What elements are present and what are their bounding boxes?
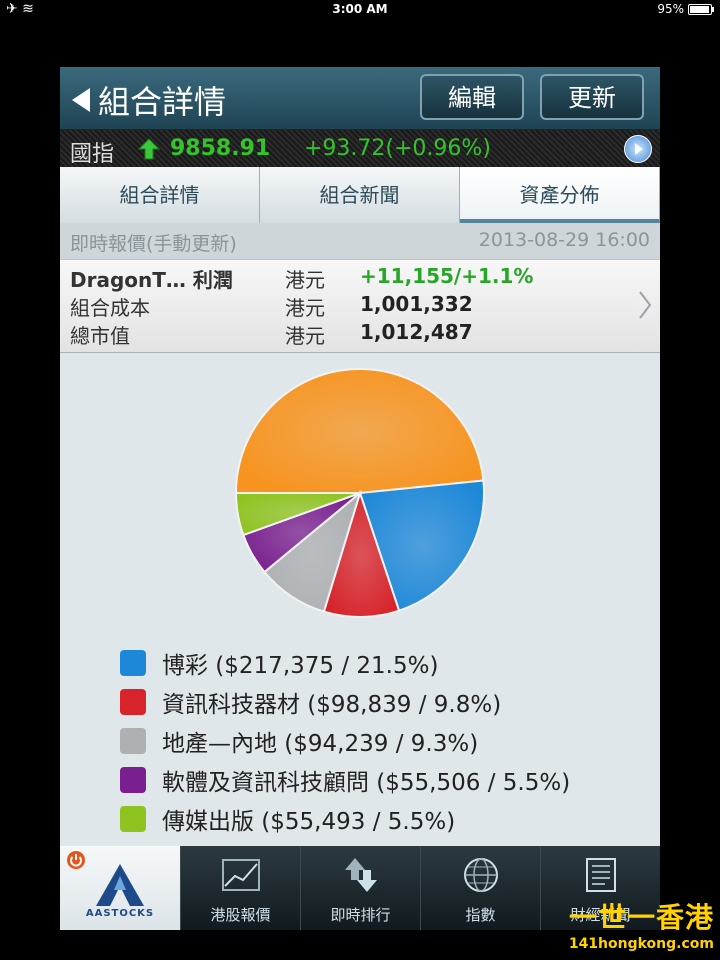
summary-value: 1,001,332 xyxy=(360,292,473,316)
app-window: 組合詳情 編輯 更新 國指 9858.91 +93.72(+0.96%) 組合詳… xyxy=(60,67,660,930)
quote-bar: 即時報價(手動更新) 2013-08-29 16:00 xyxy=(60,223,660,260)
summary-value: 1,012,487 xyxy=(360,320,473,344)
battery-percent: 95% xyxy=(657,2,684,16)
legend-swatch xyxy=(120,766,146,793)
globe-icon xyxy=(464,858,498,892)
page-title: 組合詳情 xyxy=(98,83,227,121)
tab-label: 即時排行 xyxy=(330,906,391,924)
chart-legend: 博彩 ($217,375 / 21.5%) 資訊科技器材 ($98,839 / 9… xyxy=(120,643,570,838)
chart-line-icon xyxy=(222,859,260,891)
summary-currency: 港元 xyxy=(285,324,325,348)
legend-label: 傳媒出版 ($55,493 / 5.5%) xyxy=(162,808,456,835)
sort-arrows-icon xyxy=(345,858,377,892)
newspaper-icon xyxy=(586,858,616,892)
chevron-right-icon xyxy=(639,291,652,319)
legend-label: 軟體及資訊科技顧問 ($55,506 / 5.5%) xyxy=(162,769,571,796)
watermark-en: 141hongkong.com xyxy=(568,936,714,952)
tab-home-aastocks[interactable]: AASTOCKS xyxy=(60,846,180,930)
power-icon xyxy=(67,851,85,869)
legend-swatch xyxy=(120,727,146,754)
back-arrow-icon xyxy=(72,88,90,112)
summary-currency: 港元 xyxy=(285,268,325,292)
summary-row-market-value: 總市值 港元 1,012,487 xyxy=(70,320,630,348)
summary-label: 組合成本 xyxy=(70,296,150,320)
legend-item: 博彩 ($217,375 / 21.5%) xyxy=(120,643,570,682)
back-button[interactable]: 組合詳情 xyxy=(72,77,226,123)
tab-label: 港股報價 xyxy=(210,906,271,924)
summary-label: DragonT… 利潤 xyxy=(70,268,233,292)
asset-pie-chart xyxy=(234,368,485,618)
summary-value: +11,155/+1.1% xyxy=(360,264,534,288)
legend-label: 資訊科技器材 ($98,839 / 9.8%) xyxy=(162,691,502,718)
ticker-price: 9858.91 xyxy=(170,136,271,161)
summary-currency: 港元 xyxy=(285,296,325,320)
battery-fill xyxy=(690,5,709,13)
logo-text: AASTOCKS xyxy=(85,908,155,919)
up-arrow-icon xyxy=(138,138,160,160)
summary-row-profit: DragonT… 利潤 港元 +11,155/+1.1% xyxy=(70,264,630,292)
legend-label: 博彩 ($217,375 / 21.5%) xyxy=(162,652,439,679)
battery-indicator: 95% xyxy=(657,2,714,16)
legend-item: 資訊科技器材 ($98,839 / 9.8%) xyxy=(120,682,570,721)
ticker-change: +93.72(+0.96%) xyxy=(304,136,491,161)
portfolio-summary[interactable]: DragonT… 利潤 港元 +11,155/+1.1% 組合成本 港元 1,0… xyxy=(60,260,660,353)
legend-swatch xyxy=(120,688,146,715)
legend-label: 地產—內地 ($94,239 / 9.3%) xyxy=(162,730,479,757)
ticker-label: 國指 xyxy=(70,142,115,167)
tab-bar: 組合詳情 組合新聞 資產分佈 xyxy=(60,167,660,223)
quote-mode: 即時報價(手動更新) xyxy=(70,233,237,255)
aastocks-logo xyxy=(96,864,144,906)
nav-bar: 組合詳情 編輯 更新 xyxy=(60,67,660,130)
status-bar: ✈ ≋ 3:00 AM 95% xyxy=(0,0,720,20)
quote-datetime: 2013-08-29 16:00 xyxy=(478,229,650,251)
tab-hk-stock-quote[interactable]: 港股報價 xyxy=(180,846,300,930)
edit-button[interactable]: 編輯 xyxy=(420,74,524,120)
legend-item: 傳媒出版 ($55,493 / 5.5%) xyxy=(120,799,570,838)
summary-row-cost: 組合成本 港元 1,001,332 xyxy=(70,292,630,320)
tab-label: 指數 xyxy=(465,906,496,924)
tab-portfolio-details[interactable]: 組合詳情 xyxy=(60,167,260,223)
tab-asset-allocation[interactable]: 資產分佈 xyxy=(460,167,660,223)
tab-portfolio-news[interactable]: 組合新聞 xyxy=(260,167,460,223)
index-ticker[interactable]: 國指 9858.91 +93.72(+0.96%) xyxy=(60,130,660,167)
battery-icon xyxy=(688,3,714,15)
refresh-button[interactable]: 更新 xyxy=(540,74,644,120)
legend-swatch xyxy=(120,649,146,676)
summary-label: 總市值 xyxy=(70,324,130,348)
site-watermark: 一世一香港 141hongkong.com xyxy=(569,896,714,952)
status-time: 3:00 AM xyxy=(332,2,388,16)
watermark-cn: 一世一香港 xyxy=(568,901,714,934)
legend-swatch xyxy=(120,805,146,832)
tab-realtime-ranking[interactable]: 即時排行 xyxy=(300,846,420,930)
tab-index[interactable]: 指數 xyxy=(420,846,540,930)
legend-item: 軟體及資訊科技顧問 ($55,506 / 5.5%) xyxy=(120,760,570,799)
next-ticker-icon[interactable] xyxy=(624,135,652,163)
pie-slice xyxy=(234,368,485,494)
asset-pie-chart-area: 博彩 ($217,375 / 21.5%) 資訊科技器材 ($98,839 / 9… xyxy=(60,365,660,845)
legend-item: 地產—內地 ($94,239 / 9.3%) xyxy=(120,721,570,760)
